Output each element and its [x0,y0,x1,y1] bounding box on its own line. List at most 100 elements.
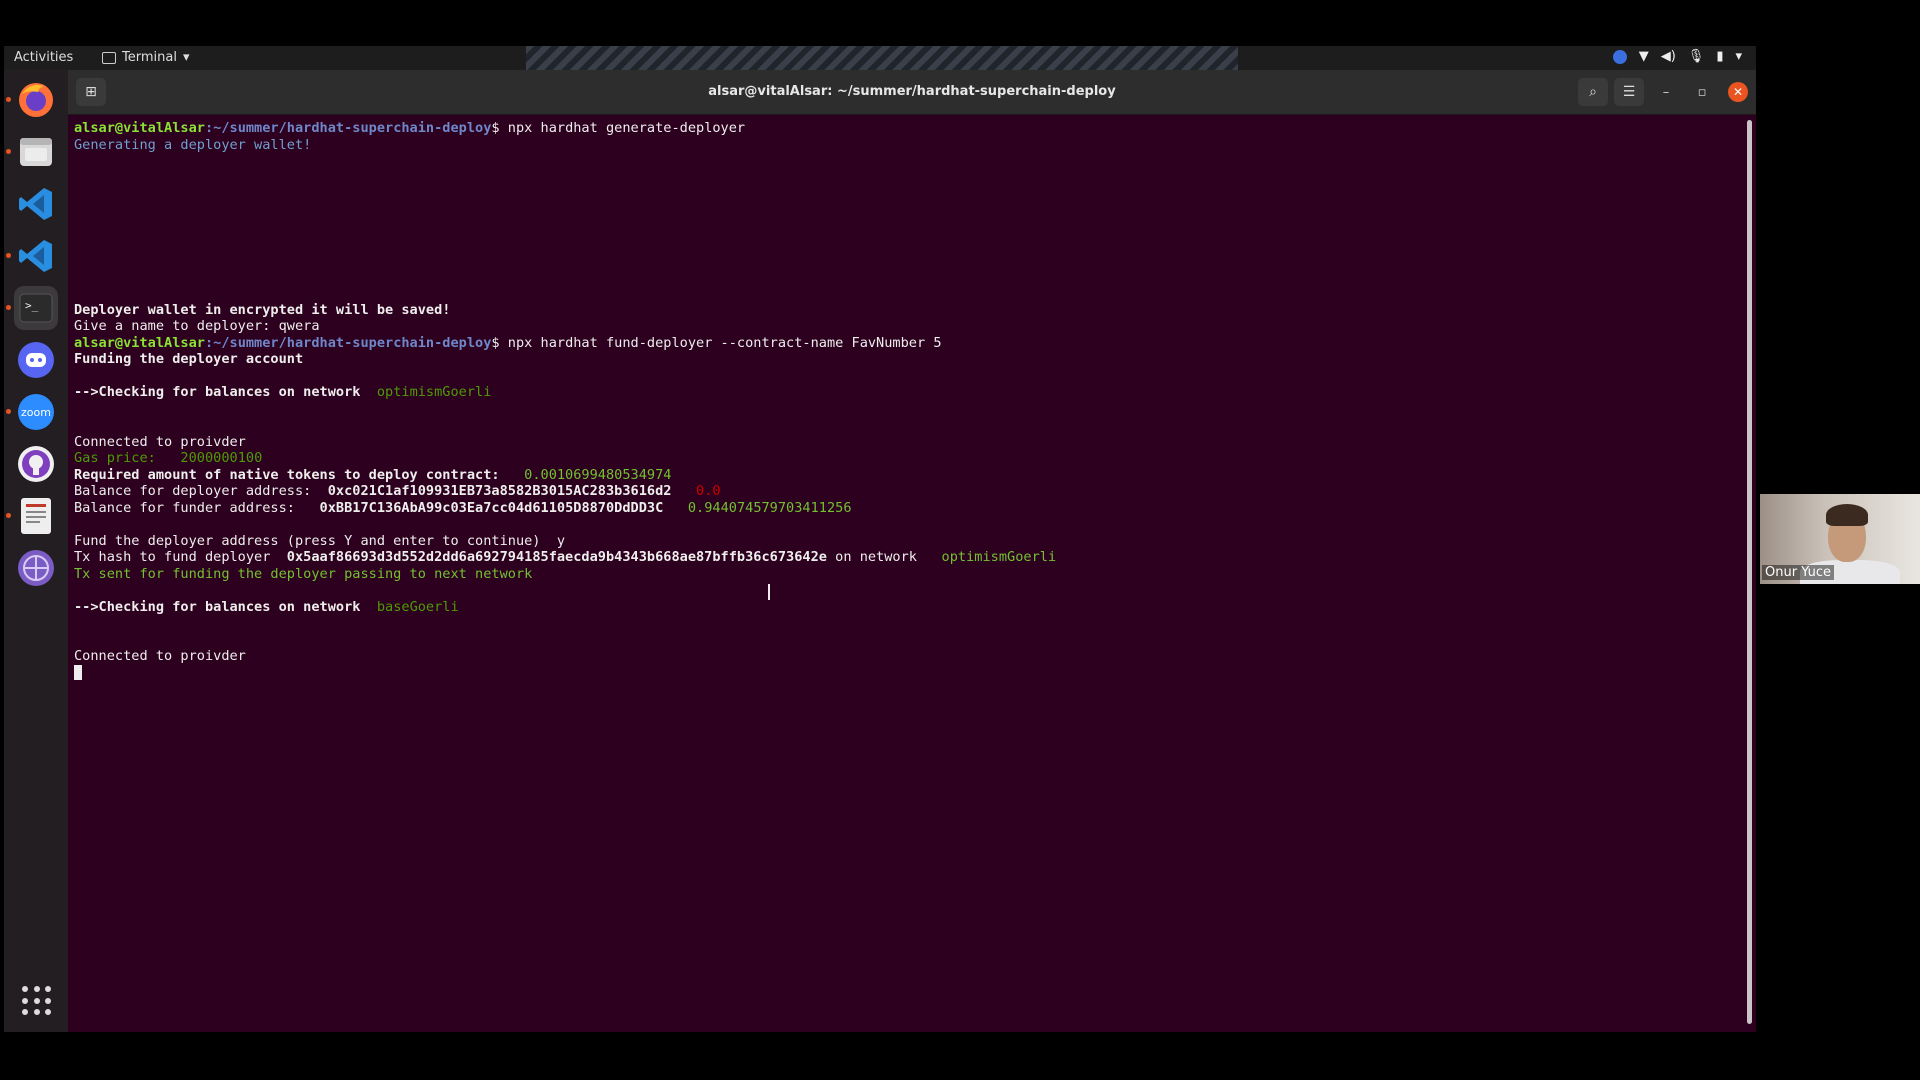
running-indicator [6,513,11,518]
running-indicator [6,409,11,414]
running-indicator [6,97,11,102]
command-text: $ npx hardhat fund-deployer --contract-n… [491,334,942,351]
gas-value: 2000000100 [180,450,263,466]
chevron-down-icon: ▾ [182,50,190,65]
network-name: optimismGoerli [941,549,1057,565]
files-icon [20,138,52,166]
terminal-line: Connected to proivder [74,648,246,664]
menu-button[interactable]: ☰ [1614,78,1644,106]
dock-vscode-2[interactable] [6,234,58,278]
dock-github[interactable] [14,442,58,486]
running-indicator [6,305,11,310]
dock-zoom[interactable]: zoom [6,390,58,434]
participant-name: Onur Yuce [1762,565,1835,580]
network-name: baseGoerli [376,598,459,615]
maximize-icon: ▫ [1697,84,1707,100]
prompt-user: alsar@vitalAlsar [74,120,205,136]
funder-balance: 0.944074579703411256 [687,499,852,516]
vscode-icon [19,188,52,220]
deployer-label: Balance for deployer address: [74,483,312,499]
running-indicator [6,253,11,258]
terminal-line: Funding the deployer account [74,351,304,367]
dock-document-viewer[interactable] [6,494,58,538]
notification-indicator-icon [1612,49,1627,64]
terminal-line: Fund the deployer address (press Y and e… [74,532,566,549]
terminal-line: Generating a deployer wallet! [74,136,312,153]
terminal-line: Give a name to deployer: qwera [74,318,320,334]
webcam-overlay: Onur Yuce [1760,494,1920,584]
obscured-clock-area [526,46,1238,70]
system-tray[interactable]: ▼ ◀) 🎙 ▮ ▾ [1612,49,1742,64]
battery-icon: ▮ [1716,49,1724,64]
terminal-line [74,664,1734,682]
checking-label: -->Checking for balances on network [74,598,361,615]
top-bar: Activities Terminal ▾ ▼ ◀) 🎙 ▮ ▾ [4,46,1756,70]
discord-icon [18,342,54,378]
app-menu[interactable]: Terminal ▾ [102,50,189,65]
terminal-line: Tx sent for funding the deployer passing… [74,565,533,582]
search-icon: ⌕ [1589,84,1597,100]
terminal-line-command: alsar@vitalAlsar:~/summer/hardhat-superc… [74,335,1734,352]
svg-text:>_: >_ [25,299,39,312]
terminal-line: -->Checking for balances on network base… [74,599,1734,616]
funder-address: 0xBB17C136AbA99c03Ea7cc04d61105D8870DdDD… [319,499,664,516]
ibeam-cursor-icon [768,584,770,600]
terminal-window: ⊞ alsar@vitalAlsar: ~/summer/hardhat-sup… [68,70,1756,1032]
dock: >_ zoom [4,70,68,1032]
required-label: Required amount of native tokens to depl… [74,466,500,483]
dock-terminal[interactable]: >_ [6,286,58,330]
terminal-line: Balance for funder address: 0xBB17C136Ab… [74,500,1734,517]
dock-firefox[interactable] [6,78,58,122]
minimize-icon: – [1662,84,1670,100]
search-button[interactable]: ⌕ [1578,78,1608,106]
running-indicator [6,149,11,154]
terminal-line: Balance for deployer address: 0xc021C1af… [74,483,1734,500]
mic-icon: 🎙 [1687,49,1705,64]
checking-label: -->Checking for balances on network [74,384,361,400]
terminal-line: Gas price: 2000000100 [74,450,1734,467]
dock-discord[interactable] [14,338,58,382]
on-network-label: on network [835,549,917,565]
required-value: 0.0010699480534974 [524,466,672,483]
terminal-line: Connected to proivder [74,433,246,450]
prompt-path: :~/summer/hardhat-superchain-deploy [204,120,492,136]
terminal-icon: >_ [19,293,53,323]
dock-network-app[interactable] [14,546,58,590]
command-text: $ npx hardhat generate-deployer [491,120,746,136]
terminal-line-command: alsar@vitalAlsar:~/summer/hardhat-superc… [74,120,1734,137]
github-icon [18,446,54,482]
scrollbar[interactable] [1747,120,1752,1024]
document-viewer-icon [21,498,51,534]
maximize-button[interactable]: ▫ [1692,82,1712,102]
funder-label: Balance for funder address: [74,499,295,516]
person-hair [1826,504,1868,526]
close-icon: ✕ [1732,85,1744,99]
dock-files[interactable] [6,130,58,174]
svg-text:zoom: zoom [21,406,51,419]
app-menu-label: Terminal [122,50,177,65]
close-button[interactable]: ✕ [1728,82,1748,102]
hamburger-icon: ☰ [1622,84,1636,100]
dock-vscode-1[interactable] [14,182,58,226]
terminal-output[interactable]: alsar@vitalAlsar:~/summer/hardhat-superc… [74,120,1734,1020]
activities-button[interactable]: Activities [14,50,73,65]
show-applications-icon[interactable] [22,986,52,1016]
volume-icon: ◀) [1660,49,1676,64]
prompt-path: :~/summer/hardhat-superchain-deploy [204,334,492,351]
network-icon: ▼ [1638,49,1649,64]
menu-arrow-icon: ▾ [1735,49,1742,64]
window-title: alsar@vitalAlsar: ~/summer/hardhat-super… [708,84,1116,99]
firefox-icon [19,83,53,117]
network-name: optimismGoerli [376,384,492,400]
desktop-screen: Activities Terminal ▾ ▼ ◀) 🎙 ▮ ▾ >_ zoom… [4,46,1756,1032]
tx-hash: 0x5aaf86693d3d552d2dd6a692794185faecda9b… [286,549,827,565]
network-app-icon [18,550,54,586]
terminal-line: Tx hash to fund deployer 0x5aaf86693d3d5… [74,549,1734,566]
deployer-balance: 0.0 [696,483,721,499]
terminal-line: Required amount of native tokens to depl… [74,467,1734,484]
minimize-button[interactable]: – [1656,82,1676,102]
window-titlebar[interactable]: ⊞ alsar@vitalAlsar: ~/summer/hardhat-sup… [68,70,1756,115]
prompt-user: alsar@vitalAlsar [74,334,205,351]
text-cursor [74,664,82,680]
tx-label: Tx hash to fund deployer [74,549,271,565]
